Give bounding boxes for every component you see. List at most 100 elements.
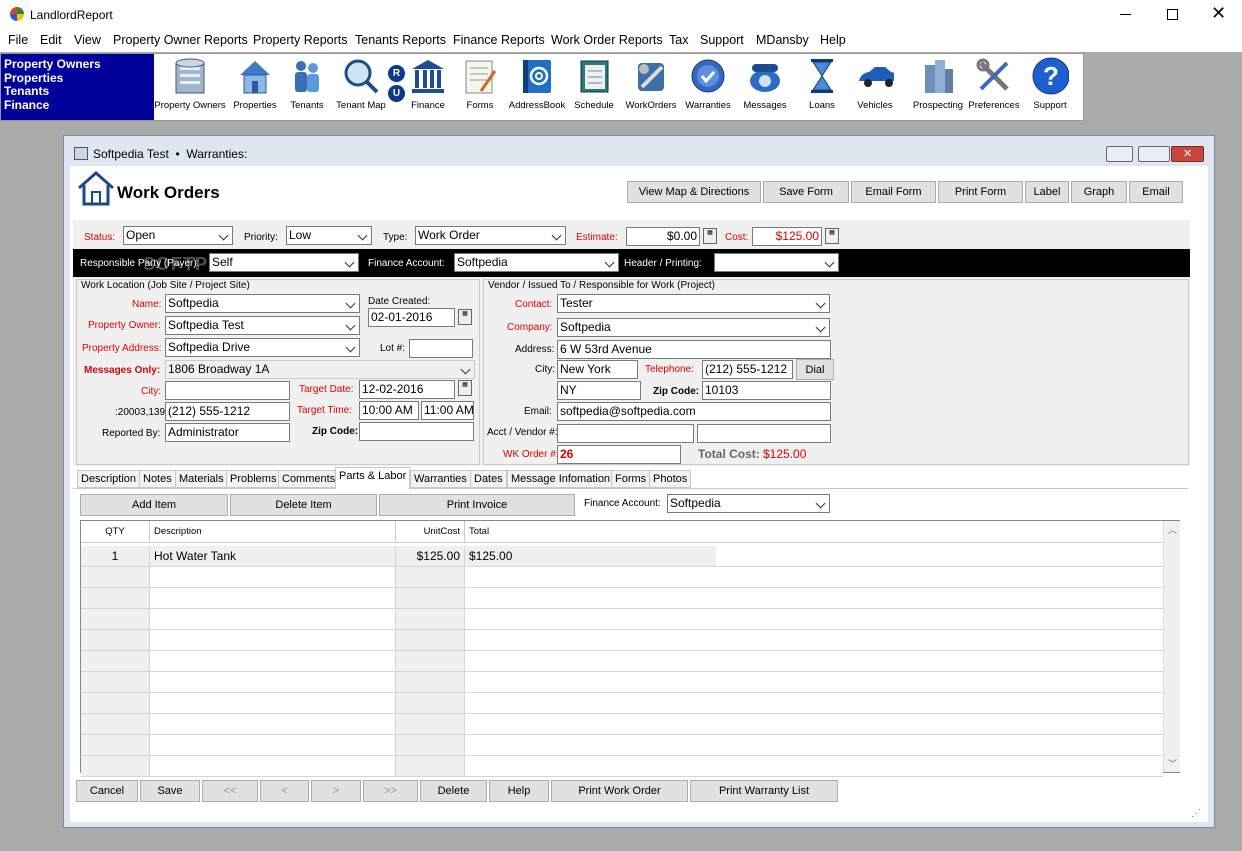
vendor-state-field[interactable]: NY (557, 381, 641, 400)
property-address-select[interactable]: Softpedia Drive (165, 338, 360, 357)
empty-cell[interactable] (465, 630, 1163, 650)
toolbar-prospecting[interactable]: Prospecting (910, 56, 966, 111)
graph-button[interactable]: Graph (1071, 181, 1127, 203)
estimate-calculator-icon[interactable]: ▦ (703, 228, 717, 244)
empty-cell[interactable] (150, 609, 396, 629)
menu-work-order-reports[interactable]: Work Order Reports (551, 33, 663, 47)
finance-account-select[interactable]: Softpedia (454, 253, 619, 272)
empty-table-row[interactable] (81, 651, 1163, 672)
phone-field[interactable]: (212) 555-1212 (165, 402, 290, 421)
print-invoice-button[interactable]: Print Invoice (379, 494, 575, 516)
empty-cell[interactable] (150, 693, 396, 713)
parts-finance-select[interactable]: Softpedia (667, 494, 830, 513)
menu-tenants-reports[interactable]: Tenants Reports (355, 33, 446, 47)
save-form-button[interactable]: Save Form (763, 181, 849, 203)
target-date-calendar-icon[interactable]: ▦ (458, 380, 472, 396)
email-button[interactable]: Email (1129, 181, 1183, 203)
cost-field[interactable]: $125.00 (752, 227, 822, 246)
empty-cell[interactable] (81, 672, 150, 692)
empty-cell[interactable] (396, 756, 465, 776)
quicknav-finance[interactable]: Finance (4, 98, 151, 113)
tab-description[interactable]: Description (77, 470, 141, 488)
empty-cell[interactable] (81, 693, 150, 713)
telephone-field[interactable]: (212) 555-1212 (702, 360, 793, 379)
empty-cell[interactable] (465, 609, 1163, 629)
toolbar-properties[interactable]: Properties (229, 56, 281, 111)
date-created-field[interactable]: 02-01-2016 (368, 308, 455, 327)
menu-tax[interactable]: Tax (669, 33, 688, 47)
u-button[interactable]: U (388, 85, 405, 102)
acct-vendor-field-2[interactable] (697, 424, 831, 443)
lot-field[interactable] (409, 339, 473, 358)
tab-warranties[interactable]: Warranties (410, 470, 471, 488)
empty-cell[interactable] (396, 651, 465, 671)
email-form-button[interactable]: Email Form (851, 181, 936, 203)
column-total[interactable]: Total (465, 521, 715, 543)
vendor-zip-field[interactable]: 10103 (702, 381, 831, 400)
name-select[interactable]: Softpedia (165, 294, 360, 313)
company-select[interactable]: Softpedia (557, 318, 830, 337)
minimize-icon[interactable] (1120, 14, 1131, 15)
tab-comments[interactable]: Comments (278, 470, 340, 488)
column-qty[interactable]: QTY (81, 521, 150, 543)
maximize-icon[interactable] (1167, 9, 1178, 20)
empty-cell[interactable] (81, 651, 150, 671)
quicknav-property-owners[interactable]: Property Owners (4, 57, 151, 72)
toolbar-messages[interactable]: Messages (738, 56, 792, 111)
city-field[interactable] (165, 381, 290, 400)
type-select[interactable]: Work Order (415, 226, 566, 245)
acct-vendor-field-1[interactable] (557, 424, 694, 443)
toolbar-tenant-map[interactable]: Tenant Map (333, 56, 389, 111)
r-button[interactable]: R (388, 65, 405, 82)
target-date-field[interactable]: 12-02-2016 (359, 380, 455, 399)
vendor-email-field[interactable]: softpedia@softpedia.com (557, 402, 831, 421)
empty-cell[interactable] (81, 609, 150, 629)
tab-materials[interactable]: Materials (175, 470, 228, 488)
save-button[interactable]: Save (140, 780, 200, 802)
priority-select[interactable]: Low (286, 226, 372, 245)
delete-button[interactable]: Delete (420, 780, 487, 802)
label-button[interactable]: Label (1025, 181, 1069, 203)
empty-cell[interactable] (150, 588, 396, 608)
toolbar-finance[interactable]: Finance (406, 56, 450, 111)
total-cell[interactable]: $125.00 (465, 546, 716, 566)
empty-cell[interactable] (81, 756, 150, 776)
quicknav-properties[interactable]: Properties (4, 71, 151, 86)
time-end-field[interactable]: 11:00 AM (421, 401, 474, 420)
empty-cell[interactable] (396, 567, 465, 587)
empty-cell[interactable] (81, 588, 150, 608)
empty-cell[interactable] (81, 567, 150, 587)
empty-cell[interactable] (465, 672, 1163, 692)
empty-cell[interactable] (465, 735, 1163, 755)
wk-order-field[interactable]: 26 (557, 445, 681, 464)
window-minimize-icon[interactable] (1106, 146, 1133, 162)
time-start-field[interactable]: 10:00 AM (359, 401, 419, 420)
menu-mdansby[interactable]: MDansby (756, 33, 809, 47)
property-owner-select[interactable]: Softpedia Test (165, 316, 360, 335)
empty-cell[interactable] (150, 651, 396, 671)
table-row[interactable]: 1 Hot Water Tank $125.00 $125.00 (81, 546, 1163, 567)
close-icon[interactable]: ✕ (1211, 3, 1226, 23)
print-warranty-list-button[interactable]: Print Warranty List (690, 780, 838, 802)
date-created-calendar-icon[interactable]: ▦ (458, 309, 472, 325)
empty-table-row[interactable] (81, 693, 1163, 714)
window-restore-icon[interactable] (1138, 146, 1170, 162)
last-record-button[interactable]: >> (363, 780, 418, 802)
toolbar-property-owners[interactable]: Property Owners (153, 56, 227, 111)
empty-cell[interactable] (396, 714, 465, 734)
toolbar-support[interactable]: ? Support (1024, 56, 1076, 111)
tab-parts-labor[interactable]: Parts & Labor (335, 467, 411, 489)
tab-message-information[interactable]: Message Infomation (507, 470, 615, 488)
toolbar-preferences[interactable]: Preferences (966, 56, 1022, 111)
toolbar-schedule[interactable]: Schedule (569, 56, 619, 111)
empty-table-row[interactable] (81, 672, 1163, 693)
contact-select[interactable]: Tester (557, 294, 830, 313)
empty-cell[interactable] (396, 630, 465, 650)
empty-cell[interactable] (81, 714, 150, 734)
qty-cell[interactable]: 1 (81, 546, 150, 566)
tab-forms[interactable]: Forms (611, 470, 651, 488)
empty-cell[interactable] (465, 714, 1163, 734)
menu-edit[interactable]: Edit (40, 33, 62, 47)
empty-table-row[interactable] (81, 735, 1163, 756)
toolbar-vehicles[interactable]: Vehicles (850, 56, 900, 111)
